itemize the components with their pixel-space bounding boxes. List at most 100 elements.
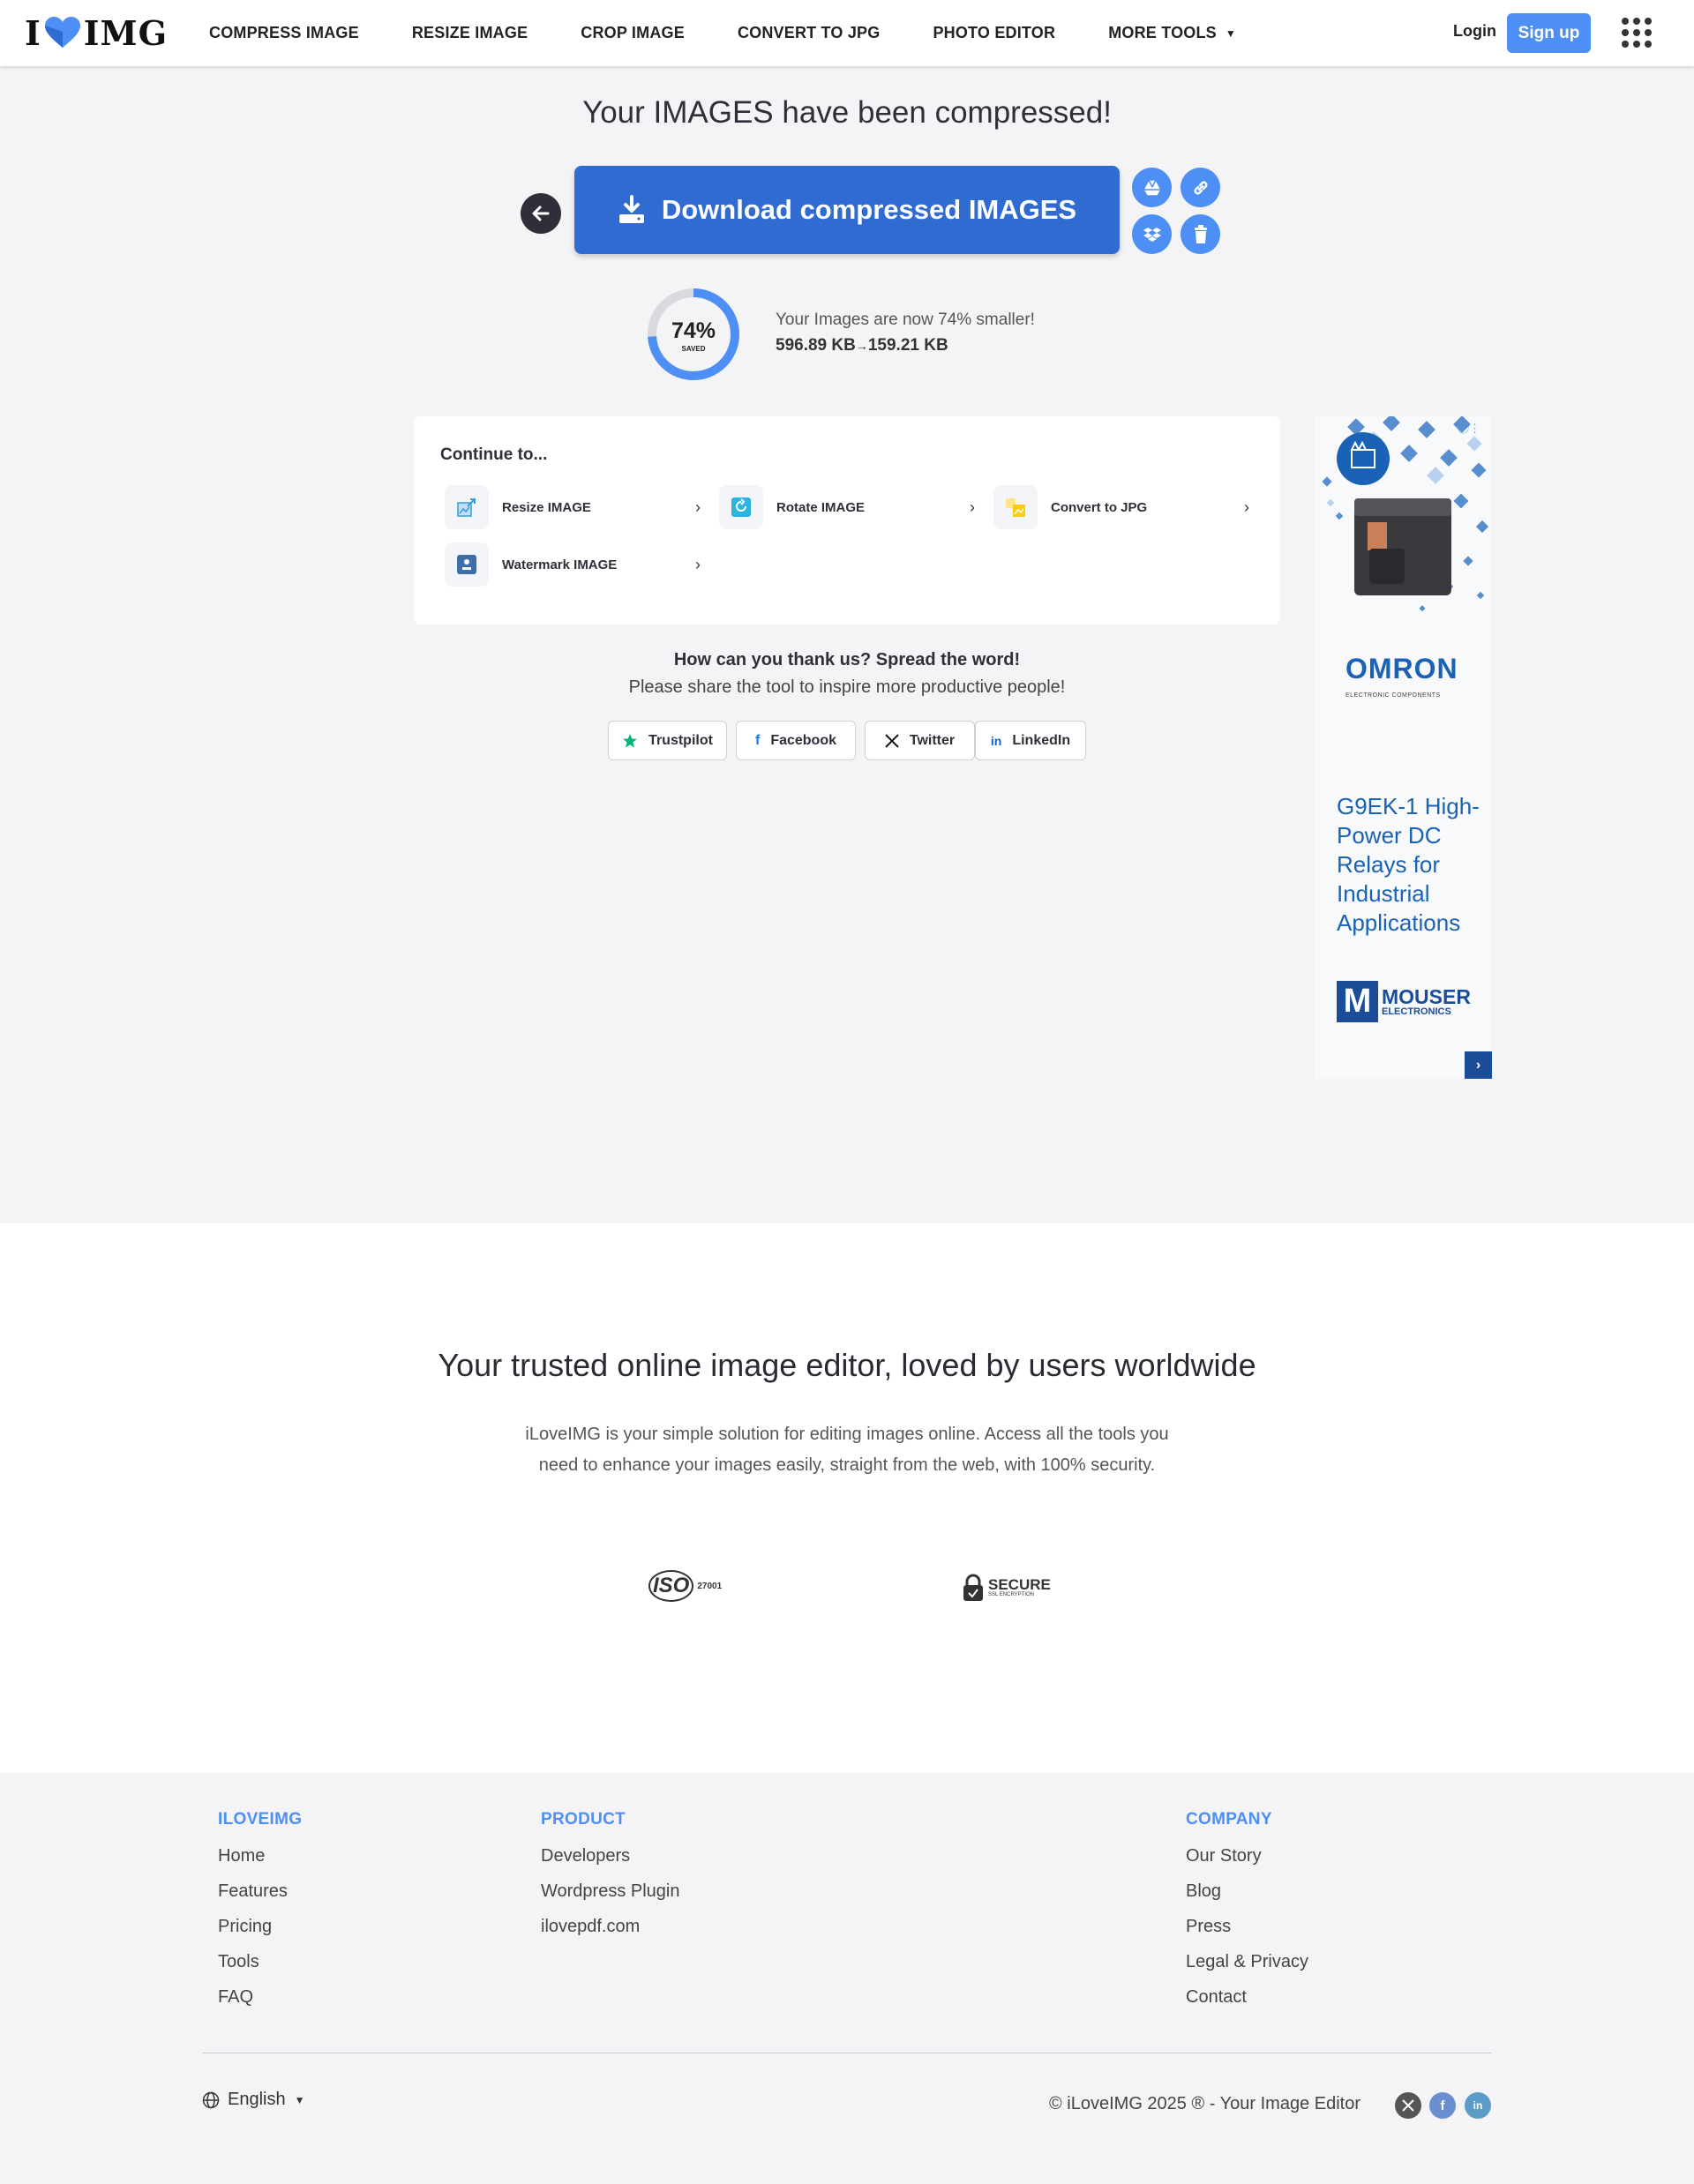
google-drive-icon xyxy=(1142,178,1162,197)
share-twitter-button[interactable]: Twitter xyxy=(865,721,975,760)
smaller-text: Your Images are now 74% smaller! xyxy=(776,310,1035,329)
language-selector[interactable]: English ▼ xyxy=(202,2090,305,2110)
footer-column-company: COMPANY Our Story Blog Press Legal & Pri… xyxy=(1186,1810,1308,2023)
ad-distributor: MOUSER xyxy=(1382,984,1471,1008)
iloveimg-logo[interactable]: I IMG xyxy=(25,12,169,53)
footer-facebook-icon[interactable]: f xyxy=(1429,2092,1456,2119)
star-icon xyxy=(622,733,638,749)
footer-link-home[interactable]: Home xyxy=(218,1846,302,1881)
footer-link-tools[interactable]: Tools xyxy=(218,1952,302,1987)
footer-linkedin-icon[interactable]: in xyxy=(1465,2092,1491,2119)
nav-photo-editor[interactable]: PHOTO EDITOR xyxy=(933,24,1055,42)
footer-link-developers[interactable]: Developers xyxy=(541,1846,679,1881)
globe-icon xyxy=(202,2091,220,2108)
nav-resize-image[interactable]: RESIZE IMAGE xyxy=(412,24,528,42)
continue-card: Continue to... Resize IMAGE › Rotate IMA… xyxy=(414,416,1280,625)
watermark-icon xyxy=(445,542,489,587)
footer: ILOVEIMG Home Features Pricing Tools FAQ… xyxy=(0,1773,1694,2184)
chevron-right-icon: › xyxy=(695,497,701,516)
ad-brand-sub: ELECTRONIC COMPONENTS xyxy=(1345,692,1441,699)
main-nav: COMPRESS IMAGE RESIZE IMAGE CROP IMAGE C… xyxy=(209,0,1289,66)
footer-link-wordpress-plugin[interactable]: Wordpress Plugin xyxy=(541,1881,679,1917)
saved-label: SAVED xyxy=(681,344,706,353)
rotate-icon xyxy=(719,485,763,529)
download-label: Download compressed IMAGES xyxy=(661,194,1077,225)
footer-link-features[interactable]: Features xyxy=(218,1881,302,1917)
iso-number: 27001 xyxy=(697,1581,723,1591)
chevron-right-icon: › xyxy=(1244,497,1249,516)
copy-link-button[interactable] xyxy=(1181,168,1220,207)
share-label: Facebook xyxy=(770,732,836,748)
heart-icon xyxy=(44,17,80,48)
linkedin-icon: in xyxy=(990,733,1002,748)
share-label: Twitter xyxy=(909,732,956,748)
footer-column-iloveimg: ILOVEIMG Home Features Pricing Tools FAQ xyxy=(218,1810,302,2023)
size-after: 159.21 KB xyxy=(867,336,948,355)
trash-icon xyxy=(1194,224,1207,243)
language-label: English xyxy=(228,2090,286,2109)
share-label: LinkedIn xyxy=(1012,732,1071,748)
trust-section: Your trusted online image editor, loved … xyxy=(0,1223,1694,1773)
logo-text-right: IMG xyxy=(83,12,169,53)
footer-heading: PRODUCT xyxy=(541,1810,626,1829)
saved-percent: 74% xyxy=(671,318,716,343)
advertisement[interactable]: ⓘ⋮ OMRON ELECTRONIC COMPONENTS G9EK-1 Hi… xyxy=(1315,416,1492,1079)
size-comparison: 596.89 KB→159.21 KB xyxy=(776,336,948,355)
ad-arrow-icon[interactable]: › xyxy=(1465,1051,1492,1079)
ssl-label: SECURE xyxy=(988,1576,1051,1593)
dropbox-icon xyxy=(1143,227,1161,242)
facebook-icon: f xyxy=(754,732,761,748)
download-button[interactable]: Download compressed IMAGES xyxy=(574,166,1120,254)
apps-grid-icon[interactable] xyxy=(1622,18,1652,48)
nav-crop-image[interactable]: CROP IMAGE xyxy=(581,24,685,42)
back-button[interactable] xyxy=(521,193,561,234)
footer-link-contact[interactable]: Contact xyxy=(1186,1987,1308,2023)
footer-heading: ILOVEIMG xyxy=(218,1810,303,1829)
size-before: 596.89 KB xyxy=(776,336,856,355)
footer-link-ilovepdf[interactable]: ilovepdf.com xyxy=(541,1917,679,1952)
continue-item-watermark[interactable]: Watermark IMAGE › xyxy=(445,542,701,587)
share-facebook-button[interactable]: f Facebook xyxy=(736,721,856,760)
nav-convert-to-jpg[interactable]: CONVERT TO JPG xyxy=(738,24,881,42)
top-header: I IMG COMPRESS IMAGE RESIZE IMAGE CROP I… xyxy=(0,0,1694,66)
footer-link-blog[interactable]: Blog xyxy=(1186,1881,1308,1917)
footer-column-product: PRODUCT Developers Wordpress Plugin ilov… xyxy=(541,1810,679,1952)
share-linkedin-button[interactable]: in LinkedIn xyxy=(975,721,1086,760)
convert-jpg-icon xyxy=(993,485,1038,529)
footer-link-legal-privacy[interactable]: Legal & Privacy xyxy=(1186,1952,1308,1987)
download-icon xyxy=(618,195,646,225)
iso-label: ISO xyxy=(648,1570,694,1602)
continue-item-label: Convert to JPG xyxy=(1051,499,1148,515)
footer-heading: COMPANY xyxy=(1186,1810,1272,1829)
logo-text-left: I xyxy=(25,12,41,53)
arrow-left-icon xyxy=(532,206,550,221)
trust-text: iLoveIMG is your simple solution for edi… xyxy=(525,1425,1169,1475)
footer-x-icon[interactable] xyxy=(1395,2092,1421,2119)
footer-link-pricing[interactable]: Pricing xyxy=(218,1917,302,1952)
delete-button[interactable] xyxy=(1181,214,1220,254)
footer-link-press[interactable]: Press xyxy=(1186,1917,1308,1952)
signup-button[interactable]: Sign up xyxy=(1507,13,1591,53)
link-icon xyxy=(1194,181,1207,194)
ad-brand: OMRON xyxy=(1345,653,1458,684)
nav-more-tools-label: MORE TOOLS xyxy=(1108,24,1217,41)
footer-link-faq[interactable]: FAQ xyxy=(218,1987,302,2023)
caret-down-icon: ▼ xyxy=(1225,26,1236,40)
lock-icon xyxy=(963,1574,983,1601)
continue-item-label: Watermark IMAGE xyxy=(502,557,618,572)
login-link[interactable]: Login xyxy=(1453,22,1496,41)
continue-item-resize[interactable]: Resize IMAGE › xyxy=(445,485,701,529)
nav-compress-image[interactable]: COMPRESS IMAGE xyxy=(209,24,359,42)
ad-info-icon[interactable]: ⓘ⋮ xyxy=(1458,419,1480,436)
nav-more-tools[interactable]: MORE TOOLS ▼ xyxy=(1108,24,1236,42)
footer-link-our-story[interactable]: Our Story xyxy=(1186,1846,1308,1881)
resize-icon xyxy=(445,485,489,529)
chevron-right-icon: › xyxy=(970,497,975,516)
continue-item-convert-jpg[interactable]: Convert to JPG › xyxy=(993,485,1249,529)
caret-down-icon: ▼ xyxy=(294,2093,305,2106)
share-trustpilot-button[interactable]: Trustpilot xyxy=(608,721,727,760)
dropbox-button[interactable] xyxy=(1132,214,1172,254)
chevron-right-icon: › xyxy=(695,555,701,573)
continue-item-rotate[interactable]: Rotate IMAGE › xyxy=(719,485,975,529)
google-drive-button[interactable] xyxy=(1132,168,1172,207)
